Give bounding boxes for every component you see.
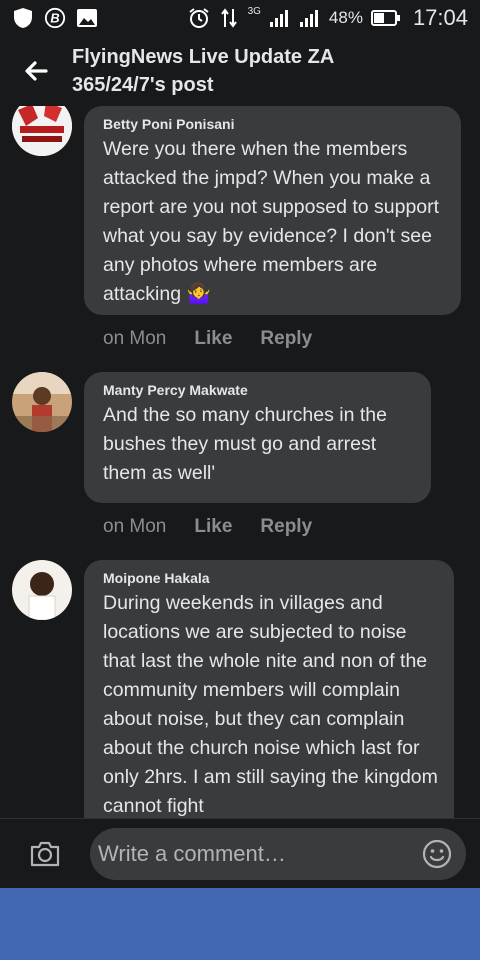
like-button[interactable]: Like [194,328,232,350]
emoji-icon [422,839,452,868]
comment-timestamp[interactable]: on Mon [103,328,166,350]
comment-text: Were you there when the members attacked… [103,138,440,305]
comment-input[interactable] [98,840,420,867]
comment-text: During weekends in villages and location… [103,592,438,817]
comment-author[interactable]: Betty Poni Ponisani [103,116,447,132]
comments-list[interactable]: Betty Poni Ponisani Were you there when … [0,106,480,818]
page-title: FlyingNews Live Update ZA 365/24/7's pos… [72,43,334,99]
battery-percent: 48% [328,8,363,27]
signal-icon [299,7,321,29]
svg-text:B: B [50,11,59,26]
network-type: 3G [247,5,261,17]
reply-button[interactable]: Reply [260,516,312,538]
comment-author[interactable]: Moipone Hakala [103,570,440,586]
data-arrows-icon [218,7,240,29]
avatar[interactable] [12,372,72,432]
avatar[interactable] [12,560,72,620]
camera-button[interactable] [0,819,90,889]
clock: 17:04 [412,5,468,30]
comment-actions: on Mon Like Reply [103,328,312,350]
reply-button[interactable]: Reply [260,328,312,350]
comment-text: And the so many churches in the bushes t… [103,404,387,484]
comment-bubble[interactable]: Manty Percy Makwate And the so many chur… [84,372,431,503]
post-header: FlyingNews Live Update ZA 365/24/7's pos… [0,36,480,106]
shield-icon [12,7,34,29]
emoji-button[interactable] [420,837,454,871]
page-title-line1: FlyingNews Live Update ZA [72,46,335,68]
comment-bubble[interactable]: Betty Poni Ponisani Were you there when … [84,106,461,315]
comment-timestamp[interactable]: on Mon [103,516,166,538]
comment-actions: on Mon Like Reply [103,516,312,538]
page-title-line2: 365/24/7's post [72,74,214,96]
back-arrow-icon [25,61,48,81]
back-button[interactable] [0,36,72,106]
like-button[interactable]: Like [194,516,232,538]
battery-icon [370,7,401,29]
comment-bubble[interactable]: Moipone Hakala During weekends in villag… [84,560,454,818]
signal-icon [269,7,291,29]
status-bar: B 3G 48% 17:04 [0,0,480,36]
alarm-icon [188,7,210,29]
image-icon [76,7,98,29]
comment-author[interactable]: Manty Percy Makwate [103,382,417,398]
avatar[interactable] [12,106,72,156]
comment-input-wrapper [90,827,466,880]
comment-composer [0,818,480,888]
camera-icon [30,841,60,866]
b-circle-icon: B [44,7,66,29]
system-navigation-bar [0,888,480,960]
